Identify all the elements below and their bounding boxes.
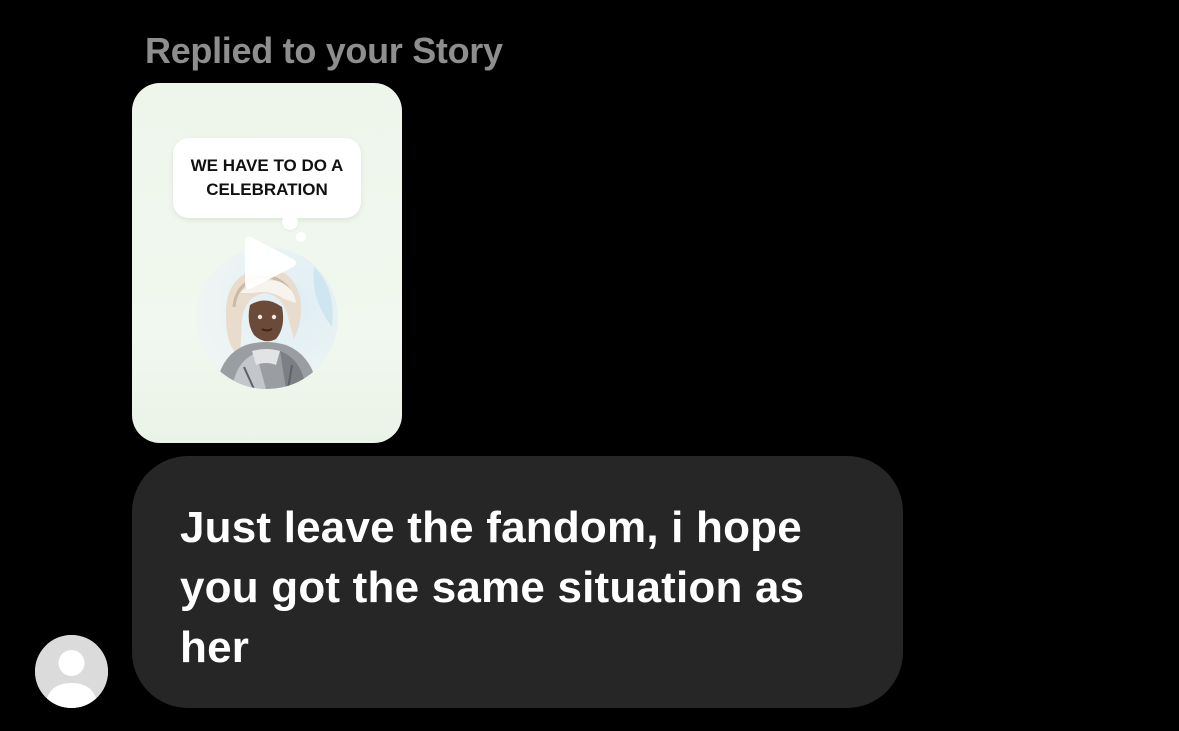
speech-bubble: WE HAVE TO DO A CELEBRATION	[173, 138, 361, 218]
message-text: Just leave the fandom, i hope you got th…	[180, 503, 805, 672]
default-profile-icon	[35, 635, 108, 708]
story-reply-label: Replied to your Story	[145, 30, 503, 71]
story-caption: WE HAVE TO DO A CELEBRATION	[190, 156, 344, 199]
chat-screen: Replied to your Story WE HAVE TO DO A CE…	[0, 0, 1179, 731]
sender-avatar[interactable]	[35, 635, 108, 708]
message-bubble[interactable]: Just leave the fandom, i hope you got th…	[132, 456, 903, 708]
story-thumbnail[interactable]: WE HAVE TO DO A CELEBRATION	[132, 83, 402, 443]
play-icon[interactable]	[243, 233, 299, 293]
thought-bubble-dot	[282, 214, 298, 230]
